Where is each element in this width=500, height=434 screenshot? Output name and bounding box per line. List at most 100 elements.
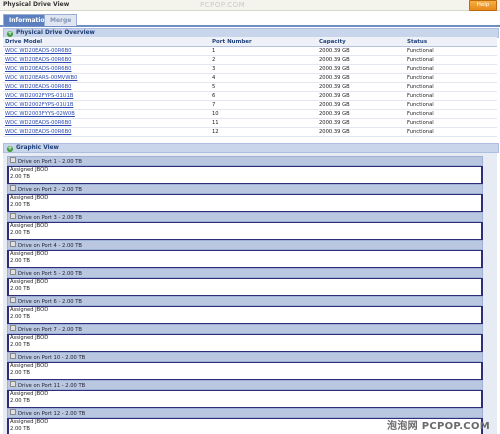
drive-block[interactable]: Drive on Port 7 - 2.00 TB Assigned JBOD 2.… xyxy=(7,324,483,353)
port-number-cell: 4 xyxy=(210,73,317,83)
hard-drive-icon xyxy=(10,381,16,387)
capacity-cell: 2000.39 GB xyxy=(317,118,405,128)
assignment-label: Assigned JBOD xyxy=(10,167,49,173)
table-row[interactable]: WDC WD20EADS-00R6B0 12 2000.39 GB Functiona… xyxy=(3,127,497,137)
drive-block[interactable]: Drive on Port 11 - 2.00 TB Assigned JBOD 2… xyxy=(7,380,483,409)
drive-block[interactable]: Drive on Port 1 - 2.00 TB Assigned JBOD 2.… xyxy=(7,156,483,185)
drive-model-link[interactable]: WDC WD20EADS-00R6B0 xyxy=(3,46,210,56)
drive-header-label: Drive on Port 1 - 2.00 TB xyxy=(18,159,82,165)
volume-size-label: 2.00 TB xyxy=(10,174,30,180)
drive-volume[interactable]: Assigned JBOD 2.00 TB xyxy=(7,334,483,353)
hard-drive-icon xyxy=(10,297,16,303)
drive-model-link[interactable]: WDC WD20EADS-00R6B0 xyxy=(3,55,210,65)
status-cell: Functional xyxy=(405,109,497,119)
table-row[interactable]: WDC WD2002FYPS-01U1B 7 2000.39 GB Functiona… xyxy=(3,100,497,110)
status-cell: Functional xyxy=(405,55,497,65)
drive-volume[interactable]: Assigned JBOD 2.00 TB xyxy=(7,278,483,297)
drive-header: Drive on Port 11 - 2.00 TB xyxy=(7,380,483,390)
table-row[interactable]: WDC WD20EADS-00R6B0 11 2000.39 GB Functiona… xyxy=(3,118,497,128)
capacity-cell: 2000.39 GB xyxy=(317,91,405,101)
port-number-cell: 5 xyxy=(210,82,317,92)
drive-volume[interactable]: Assigned JBOD 2.00 TB xyxy=(7,194,483,213)
drive-model-link[interactable]: WDC WD20EADS-00R6B0 xyxy=(3,118,210,128)
status-cell: Functional xyxy=(405,64,497,74)
capacity-cell: 2000.39 GB xyxy=(317,100,405,110)
hard-drive-icon xyxy=(10,213,16,219)
table-header-row: Drive Model Port Number Capacity Status xyxy=(3,37,497,47)
hard-drive-icon xyxy=(10,185,16,191)
assignment-label: Assigned JBOD xyxy=(10,279,49,285)
status-cell: Functional xyxy=(405,127,497,137)
title-bar: Physical Drive View PCPOP.COM Help xyxy=(0,0,500,11)
drive-header: Drive on Port 1 - 2.00 TB xyxy=(7,156,483,166)
assignment-label: Assigned JBOD xyxy=(10,251,49,257)
drive-volume[interactable]: Assigned JBOD 2.00 TB xyxy=(7,166,483,185)
status-cell: Functional xyxy=(405,100,497,110)
hard-drive-icon xyxy=(10,157,16,163)
drive-block[interactable]: Drive on Port 3 - 2.00 TB Assigned JBOD 2.… xyxy=(7,212,483,241)
assignment-label: Assigned JBOD xyxy=(10,363,49,369)
drive-volume[interactable]: Assigned JBOD 2.00 TB xyxy=(7,306,483,325)
drive-volume[interactable]: Assigned JBOD 2.00 TB xyxy=(7,390,483,409)
port-number-cell: 10 xyxy=(210,109,317,119)
drive-model-link[interactable]: WDC WD20EADS-00R6B0 xyxy=(3,82,210,92)
table-row[interactable]: WDC WD20EARS-00MVWB0 4 2000.39 GB Functiona… xyxy=(3,73,497,83)
column-header-capacity: Capacity xyxy=(317,37,405,47)
drive-overview-table: Drive Model Port Number Capacity Status … xyxy=(3,37,497,137)
capacity-cell: 2000.39 GB xyxy=(317,109,405,119)
table-row[interactable]: WDC WD20EADS-00R6B0 5 2000.39 GB Functional xyxy=(3,82,497,92)
drive-model-link[interactable]: WDC WD2003FYYS-02W0B xyxy=(3,109,210,119)
graphic-section-header[interactable]: + Graphic View xyxy=(3,143,499,153)
drive-block[interactable]: Drive on Port 6 - 2.00 TB Assigned JBOD 2.… xyxy=(7,296,483,325)
drive-header-label: Drive on Port 10 - 2.00 TB xyxy=(18,355,86,361)
port-number-cell: 12 xyxy=(210,127,317,137)
port-number-cell: 1 xyxy=(210,46,317,56)
volume-size-label: 2.00 TB xyxy=(10,230,30,236)
table-row[interactable]: WDC WD20EADS-00R6B0 2 2000.39 GB Functional xyxy=(3,55,497,65)
drive-block[interactable]: Drive on Port 5 - 2.00 TB Assigned JBOD 2.… xyxy=(7,268,483,297)
volume-size-label: 2.00 TB xyxy=(10,202,30,208)
table-row[interactable]: WDC WD20EADS-00R6B0 3 2000.39 GB Functional xyxy=(3,64,497,74)
table-row[interactable]: WDC WD20EADS-00R6B0 1 2000.39 GB Functional xyxy=(3,46,497,56)
drive-block[interactable]: Drive on Port 4 - 2.00 TB Assigned JBOD 2.… xyxy=(7,240,483,269)
overview-section-title: Physical Drive Overview xyxy=(16,30,95,36)
help-button[interactable]: Help xyxy=(469,0,497,11)
tab-merge[interactable]: Merge xyxy=(44,14,78,26)
drive-volume[interactable]: Assigned JBOD 2.00 TB xyxy=(7,250,483,269)
column-header-port: Port Number xyxy=(210,37,317,47)
drive-volume[interactable]: Assigned JBOD 2.00 TB xyxy=(7,222,483,241)
status-cell: Functional xyxy=(405,82,497,92)
window-title: Physical Drive View xyxy=(3,1,70,8)
drive-header-label: Drive on Port 5 - 2.00 TB xyxy=(18,271,82,277)
volume-size-label: 2.00 TB xyxy=(10,314,30,320)
drive-block[interactable]: Drive on Port 10 - 2.00 TB Assigned JBOD 2… xyxy=(7,352,483,381)
watermark-bottom: 泡泡网 PCPOP.COM xyxy=(387,421,490,432)
volume-size-label: 2.00 TB xyxy=(10,370,30,376)
volume-size-label: 2.00 TB xyxy=(10,342,30,348)
tab-bar: Information Merge xyxy=(0,11,500,27)
column-header-model: Drive Model xyxy=(3,37,210,47)
drive-header-label: Drive on Port 6 - 2.00 TB xyxy=(18,299,82,305)
drive-model-link[interactable]: WDC WD20EARS-00MVWB0 xyxy=(3,73,210,83)
volume-size-label: 2.00 TB xyxy=(10,398,30,404)
table-row[interactable]: WDC WD2002FYPS-01U1B 6 2000.39 GB Functiona… xyxy=(3,91,497,101)
capacity-cell: 2000.39 GB xyxy=(317,127,405,137)
drive-block[interactable]: Drive on Port 2 - 2.00 TB Assigned JBOD 2.… xyxy=(7,184,483,213)
drive-volume[interactable]: Assigned JBOD 2.00 TB xyxy=(7,362,483,381)
port-number-cell: 3 xyxy=(210,64,317,74)
capacity-cell: 2000.39 GB xyxy=(317,64,405,74)
drive-header-label: Drive on Port 12 - 2.00 TB xyxy=(18,411,86,417)
capacity-cell: 2000.39 GB xyxy=(317,46,405,56)
expand-icon[interactable]: + xyxy=(7,146,13,152)
hard-drive-icon xyxy=(10,325,16,331)
drive-model-link[interactable]: WDC WD20EADS-00R6B0 xyxy=(3,64,210,74)
graphic-view-panel: Drive on Port 1 - 2.00 TB Assigned JBOD 2.… xyxy=(3,153,497,434)
hard-drive-icon xyxy=(10,353,16,359)
drive-model-link[interactable]: WDC WD2002FYPS-01U1B xyxy=(3,100,210,110)
port-number-cell: 7 xyxy=(210,100,317,110)
watermark-top: PCPOP.COM xyxy=(200,1,246,9)
drive-model-link[interactable]: WDC WD20EADS-00R6B0 xyxy=(3,127,210,137)
table-row[interactable]: WDC WD2003FYYS-02W0B 10 2000.39 GB Function… xyxy=(3,109,497,119)
drive-model-link[interactable]: WDC WD2002FYPS-01U1B xyxy=(3,91,210,101)
drive-header-label: Drive on Port 4 - 2.00 TB xyxy=(18,243,82,249)
